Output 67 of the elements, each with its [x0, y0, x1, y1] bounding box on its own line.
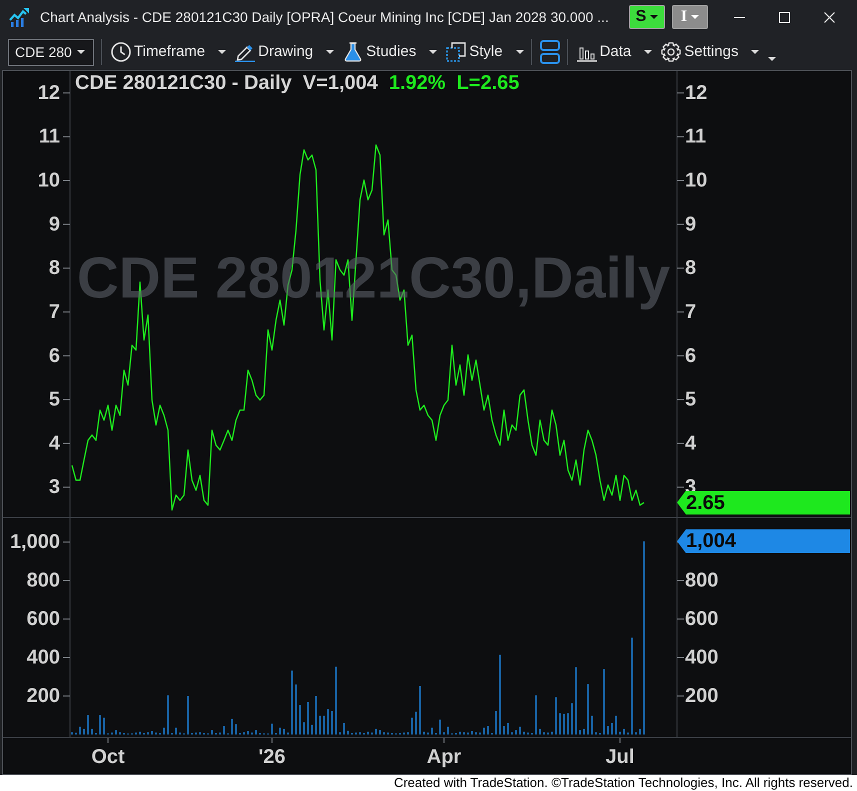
toolbar-menu-button[interactable]: Data — [576, 40, 652, 64]
axis-label: 800 — [26, 570, 60, 592]
pen-icon — [235, 42, 256, 62]
axis-label: 6 — [48, 344, 60, 367]
maximize-icon — [779, 12, 790, 22]
axis-label: 10 — [685, 170, 708, 192]
gear-icon — [661, 42, 682, 62]
caret-icon — [516, 50, 524, 54]
axis-label: 7 — [685, 300, 696, 323]
axis-label: 11 — [38, 126, 60, 148]
axis-label: 200 — [685, 685, 718, 707]
axis-label: 400 — [685, 646, 718, 669]
caret-icon — [77, 50, 85, 54]
caret-icon — [644, 50, 652, 54]
flask-icon — [343, 42, 364, 62]
zigzag-chart-icon — [9, 7, 29, 27]
toolbar-menu-button[interactable]: Studies — [343, 40, 438, 64]
caret-icon — [429, 50, 438, 54]
panels-button[interactable] — [540, 40, 560, 64]
axis-label: 10 — [38, 170, 60, 192]
window-title: Chart Analysis - CDE 280121C30 Daily [OPRA] Coeur Mining Inc [CDE] Jan 2028 30.000 ... — [40, 8, 610, 27]
axis-label: 8 — [48, 257, 60, 280]
axis-label: 8 — [685, 257, 696, 280]
axis-label: 11 — [685, 126, 706, 148]
caret-icon — [650, 15, 658, 19]
last-price: L=2.65 — [456, 72, 520, 94]
volume-tag: 1,004 — [677, 529, 850, 554]
volume-reading: V=1,004 — [302, 72, 378, 94]
axis-label: 3 — [48, 476, 60, 498]
toolbar-menu-button[interactable]: Drawing — [235, 40, 334, 64]
caret-icon — [691, 15, 700, 19]
axis-label: Apr — [426, 746, 462, 768]
axis-label: 200 — [26, 685, 60, 707]
axis-label: 4 — [48, 432, 60, 454]
minimize-icon — [734, 16, 745, 18]
axis-label: 800 — [685, 570, 718, 592]
axis-label: Jul — [606, 746, 634, 768]
axis-label: 600 — [26, 608, 60, 630]
stacked-panels-icon — [540, 40, 560, 64]
clock-icon — [111, 42, 131, 62]
chart-title: CDE 280121C30 - Daily — [75, 72, 292, 94]
toolbar-menu-button[interactable]: Style — [446, 40, 524, 64]
axis-label: 12 — [685, 82, 708, 104]
axis-label: 9 — [685, 213, 696, 236]
axis-label: 5 — [685, 388, 696, 411]
axis-label: 600 — [685, 608, 718, 630]
caret-icon — [326, 50, 334, 54]
squares-icon — [446, 42, 466, 62]
toolbar-menu-button[interactable]: Settings — [661, 40, 760, 64]
dropdown-button[interactable]: S — [629, 5, 665, 29]
close-icon — [824, 12, 835, 22]
symbol-dropdown[interactable]: CDE 280 — [8, 38, 94, 66]
axis-label: 400 — [26, 646, 60, 669]
axis-label: 5 — [48, 388, 60, 411]
axis-label: 6 — [685, 344, 696, 367]
change-percent: 1.92% — [388, 72, 446, 94]
axis-label: 12 — [38, 82, 60, 104]
toolbar-menu-button[interactable]: Timeframe — [111, 40, 226, 64]
axis-label: '26 — [258, 746, 286, 768]
axis-label: 4 — [685, 432, 696, 454]
overflow-button[interactable] — [768, 57, 776, 61]
axis-label: Oct — [91, 746, 125, 768]
axis-label: 1,000 — [10, 531, 60, 554]
axis-label: 9 — [48, 213, 60, 236]
caret-icon — [218, 50, 226, 54]
axis-label: 7 — [48, 300, 60, 323]
copyright-notice: Created with TradeStation. ©TradeStation Technologies, Inc. All rights reserved. — [394, 775, 853, 791]
